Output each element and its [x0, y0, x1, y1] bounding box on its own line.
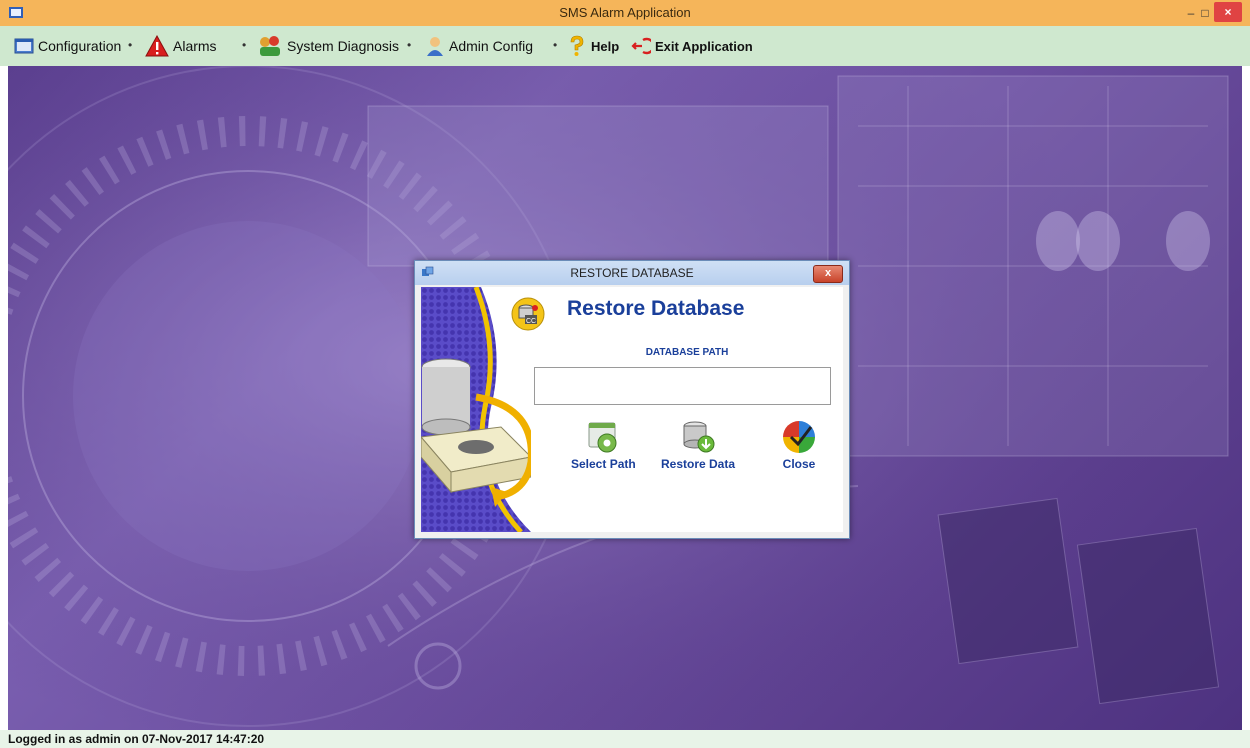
menu-separator-dot: • — [407, 38, 412, 52]
menu-configuration[interactable]: Configuration — [14, 34, 121, 58]
diagnosis-icon — [260, 36, 280, 56]
menu-alarms-label: Alarms — [173, 38, 217, 54]
maximize-button[interactable]: □ — [1196, 0, 1214, 26]
menu-admin-config[interactable]: Admin Config — [425, 34, 533, 58]
dialog-title-bar: RESTORE DATABASE x — [415, 261, 849, 285]
menu-separator-dot: • — [128, 38, 133, 52]
database-path-input[interactable] — [534, 367, 831, 405]
menu-admin-config-label: Admin Config — [449, 38, 534, 54]
dialog-body: CC Restore Database DATABASE PATH Select… — [421, 287, 843, 532]
select-path-label: Select Path — [571, 457, 636, 471]
alarm-warning-icon — [145, 35, 169, 57]
configuration-icon — [14, 38, 34, 54]
menu-exit-application-label: Exit Application — [655, 38, 753, 54]
help-icon — [570, 35, 584, 56]
login-status-text: Logged in as admin on 07-Nov-2017 14:47:… — [8, 732, 265, 746]
select-path-button[interactable]: Select Path — [571, 419, 636, 471]
exit-icon — [631, 37, 651, 55]
menu-separator-dot: • — [242, 38, 247, 52]
select-path-icon — [588, 422, 617, 453]
menu-alarms[interactable]: Alarms — [145, 34, 217, 58]
restore-database-dialog: RESTORE DATABASE x CC Restore Database D… — [414, 260, 850, 539]
dialog-close-button[interactable]: x — [813, 265, 843, 283]
dialog-heading: Restore Database — [567, 297, 745, 320]
menu-configuration-label: Configuration — [38, 38, 122, 54]
close-button[interactable]: Close — [779, 419, 819, 471]
menu-separator-dot: • — [553, 38, 558, 52]
restore-data-label: Restore Data — [661, 457, 736, 471]
menu-system-diagnosis[interactable]: System Diagnosis — [257, 34, 399, 58]
menu-bar: Configuration • Alarms • System Diagnosi… — [0, 26, 1250, 66]
close-check-icon — [783, 421, 815, 453]
svg-text:CC: CC — [526, 318, 536, 325]
database-path-label: DATABASE PATH — [645, 347, 729, 358]
restore-database-heading-icon: CC — [511, 297, 545, 331]
restore-data-icon — [683, 421, 715, 453]
window-title: SMS Alarm Application — [559, 5, 691, 20]
menu-system-diagnosis-label: System Diagnosis — [287, 38, 400, 54]
menu-exit-application[interactable]: Exit Application — [631, 34, 753, 58]
status-bar: Logged in as admin on 07-Nov-2017 14:47:… — [0, 730, 1250, 748]
close-label: Close — [782, 457, 816, 471]
menu-help[interactable]: Help — [567, 34, 619, 58]
admin-user-icon — [427, 37, 443, 56]
menu-help-label: Help — [591, 38, 620, 54]
restore-data-button[interactable]: Restore Data — [661, 419, 735, 471]
dialog-title: RESTORE DATABASE — [570, 266, 694, 280]
title-bar: SMS Alarm Application – □ × — [0, 0, 1250, 26]
close-window-button[interactable]: × — [1214, 2, 1242, 22]
